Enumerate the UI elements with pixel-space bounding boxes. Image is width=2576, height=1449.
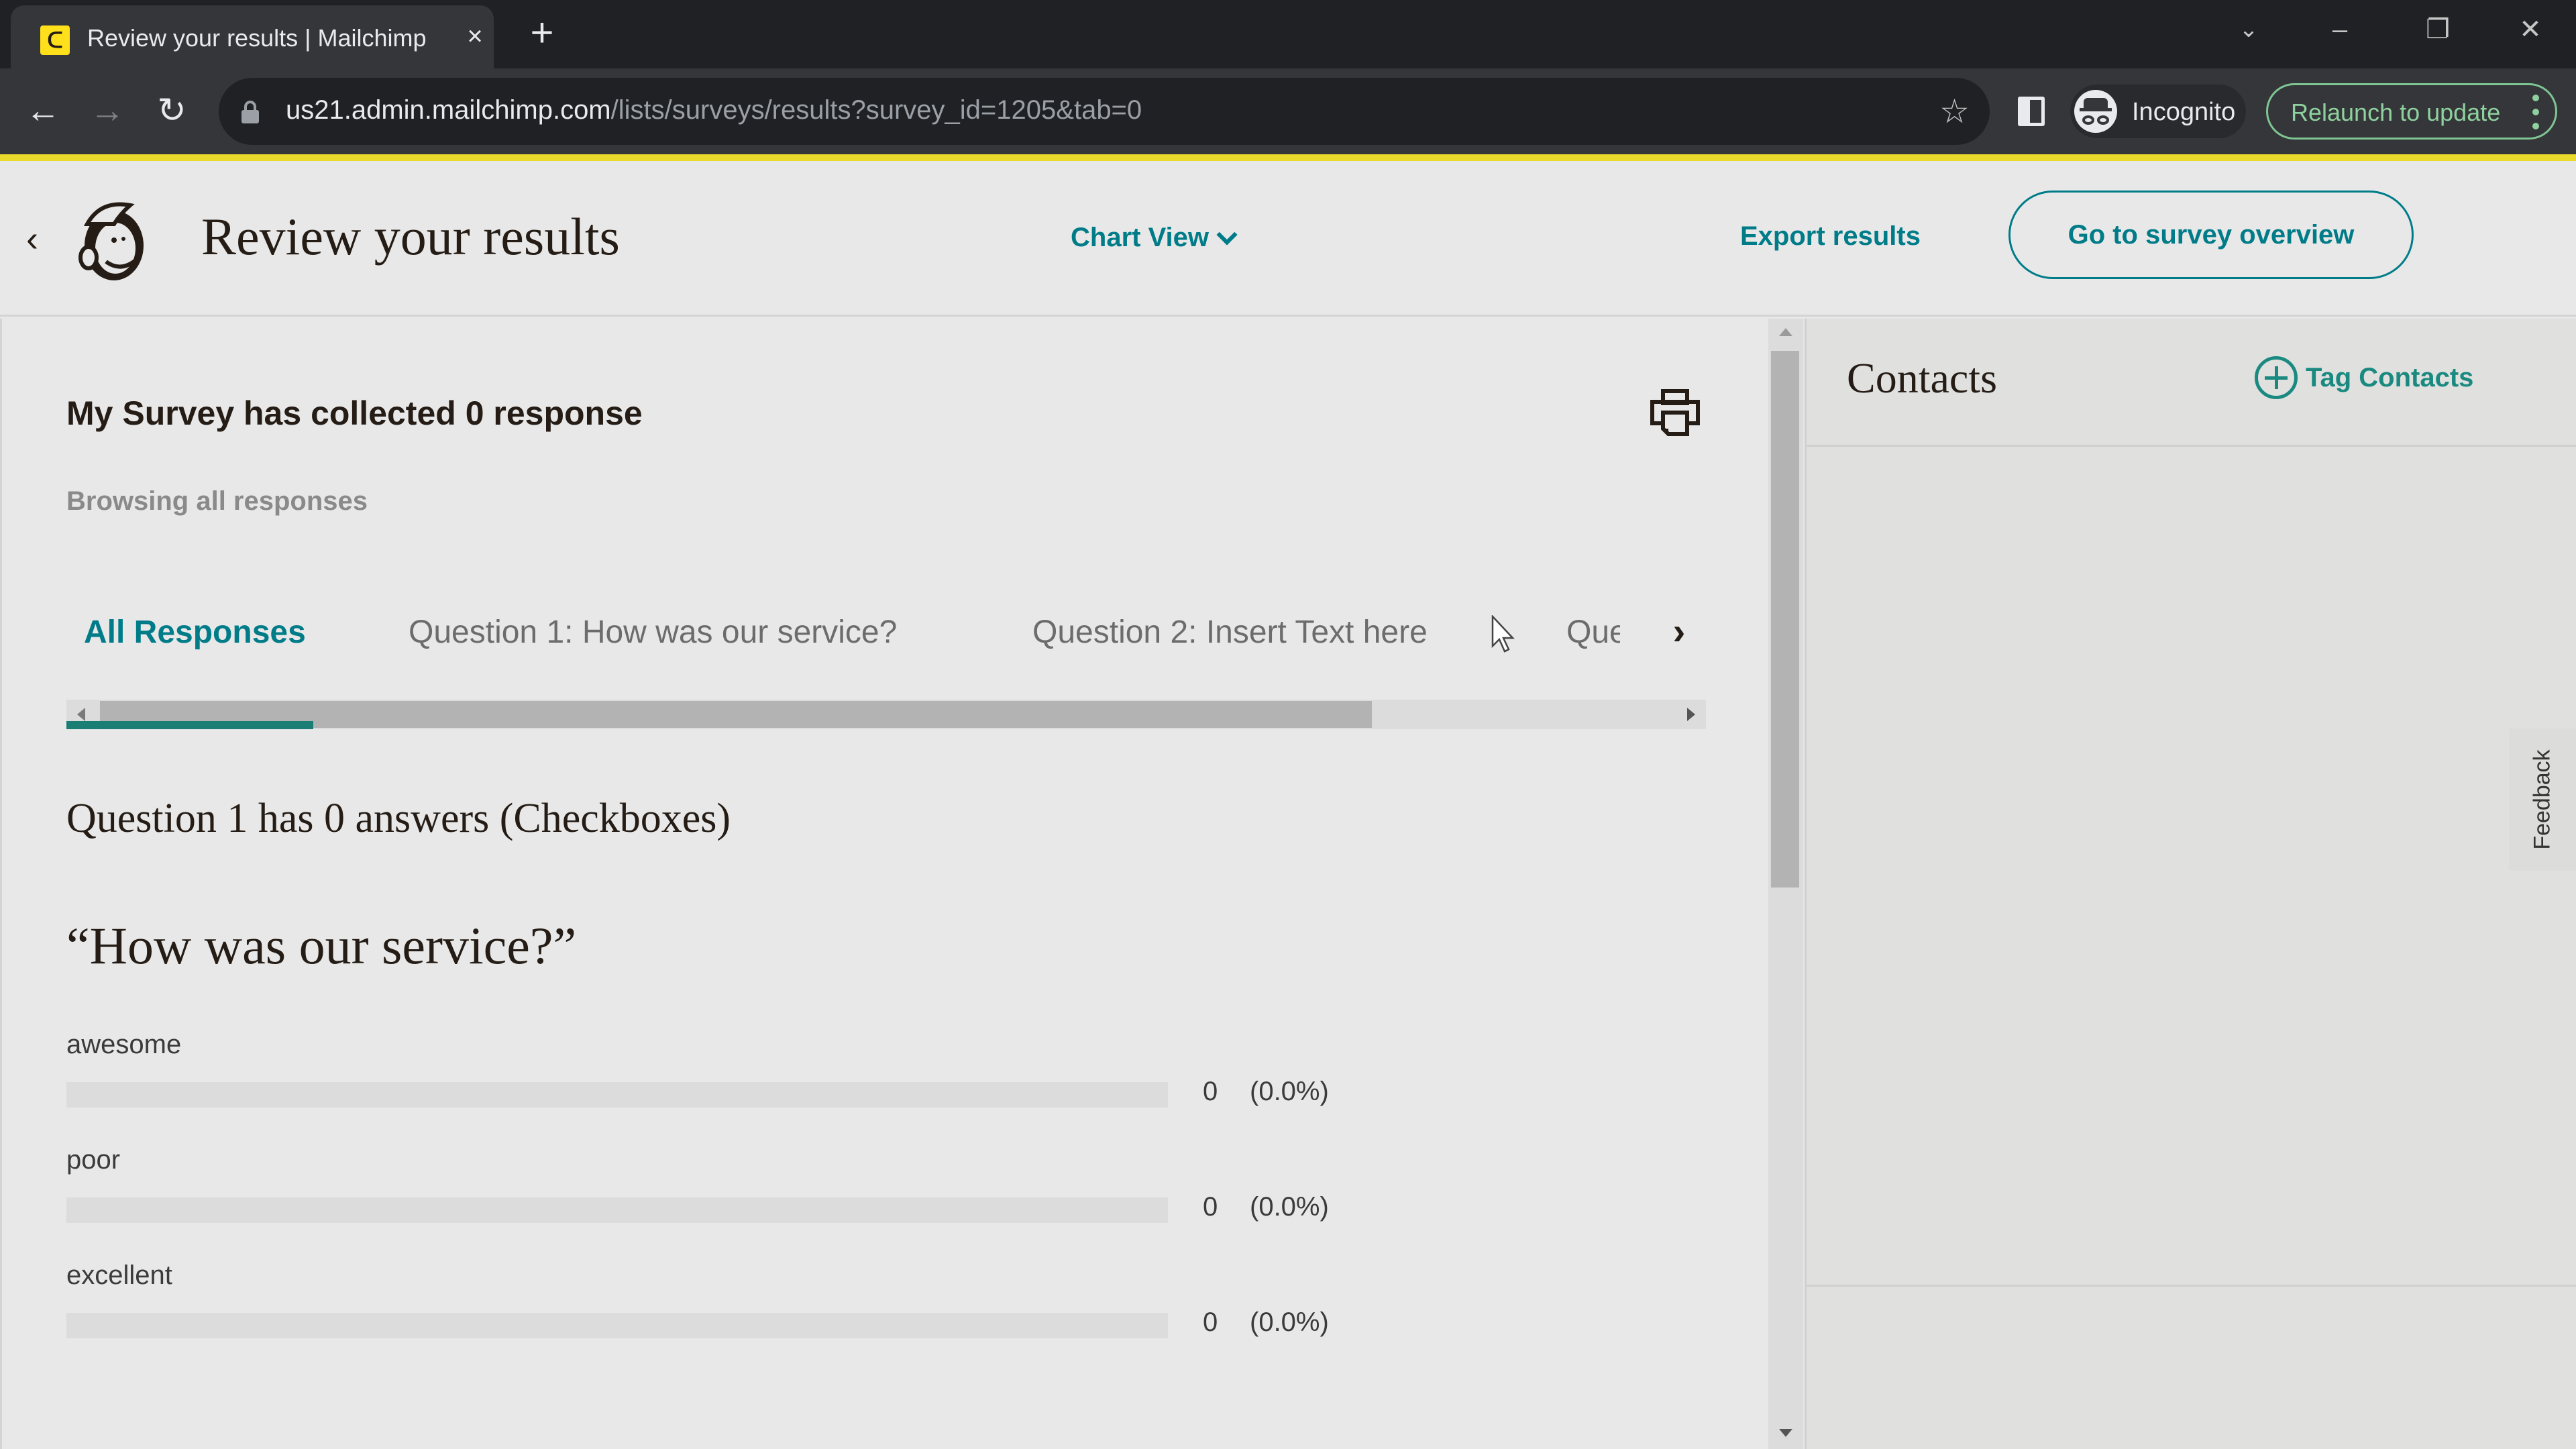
results-pane: My Survey has collected 0 response Brows… bbox=[0, 319, 1805, 1449]
answer-count: 0 bbox=[1203, 1192, 1218, 1222]
relaunch-to-update-button[interactable]: Relaunch to update bbox=[2266, 83, 2557, 140]
chevron-down-icon bbox=[1216, 223, 1238, 246]
more-menu-icon[interactable] bbox=[2532, 95, 2540, 129]
feedback-label: Feedback bbox=[2529, 749, 2555, 850]
browser-toolbar: ← → ↻ us21.admin.mailchimp.com/lists/sur… bbox=[0, 68, 2576, 154]
tab-question-1[interactable]: Question 1: How was our service? bbox=[409, 614, 897, 651]
answer-percent: (0.0%) bbox=[1250, 1077, 1329, 1106]
answer-label: awesome bbox=[66, 1030, 182, 1059]
go-to-survey-overview-button[interactable]: Go to survey overview bbox=[2008, 191, 2414, 279]
app-header: ‹ Review your results Chart View Export … bbox=[0, 161, 2576, 317]
browsing-status: Browsing all responses bbox=[66, 486, 368, 516]
feedback-tab[interactable]: Feedback bbox=[2509, 729, 2576, 871]
lock-icon[interactable] bbox=[241, 101, 259, 123]
page-load-accent-bar bbox=[0, 154, 2576, 161]
answer-row: excellent 0 (0.0%) bbox=[66, 1260, 1408, 1354]
tab-search-icon[interactable]: ⌄ bbox=[2229, 9, 2269, 50]
answer-row: poor 0 (0.0%) bbox=[66, 1145, 1408, 1239]
address-bar[interactable]: us21.admin.mailchimp.com/lists/surveys/r… bbox=[219, 78, 1990, 145]
close-tab-icon[interactable]: × bbox=[459, 20, 491, 52]
reload-icon[interactable]: ↻ bbox=[150, 90, 193, 133]
url-text[interactable]: us21.admin.mailchimp.com/lists/surveys/r… bbox=[286, 95, 1142, 125]
chart-view-label: Chart View bbox=[1071, 223, 1209, 252]
answer-label: poor bbox=[66, 1145, 121, 1175]
answer-count: 0 bbox=[1203, 1077, 1218, 1106]
browser-tab[interactable]: ᑕ Review your results | Mailchimp × bbox=[11, 5, 494, 68]
tab-all-responses[interactable]: All Responses bbox=[84, 614, 306, 651]
minimize-icon[interactable]: – bbox=[2320, 9, 2360, 50]
incognito-profile-button[interactable]: Incognito bbox=[2070, 85, 2246, 138]
scroll-up-arrow-icon[interactable] bbox=[1779, 328, 1792, 336]
survey-summary: My Survey has collected 0 response bbox=[66, 394, 643, 432]
answer-label: excellent bbox=[66, 1260, 172, 1290]
answer-percent: (0.0%) bbox=[1250, 1192, 1329, 1222]
relaunch-label: Relaunch to update bbox=[2291, 99, 2501, 126]
answer-bar-track bbox=[66, 1082, 1168, 1108]
page-title: Review your results bbox=[201, 207, 620, 266]
restore-icon[interactable]: ❐ bbox=[2418, 9, 2458, 50]
plus-circle-icon bbox=[2255, 356, 2298, 399]
tabs-next-chevron-icon[interactable]: › bbox=[1663, 611, 1695, 654]
results-vertical-scrollbar[interactable] bbox=[1768, 319, 1803, 1449]
question-text: “How was our service?” bbox=[66, 916, 577, 975]
side-panel-icon[interactable] bbox=[2018, 97, 2045, 126]
back-chevron-icon[interactable]: ‹ bbox=[19, 219, 46, 259]
tag-contacts-label: Tag Contacts bbox=[2306, 362, 2474, 392]
scroll-down-arrow-icon[interactable] bbox=[1779, 1429, 1792, 1437]
browser-tab-strip: ᑕ Review your results | Mailchimp × + ⌄ … bbox=[0, 0, 2576, 68]
new-tab-button[interactable]: + bbox=[523, 13, 561, 53]
tab-question-2[interactable]: Question 2: Insert Text here bbox=[1032, 614, 1428, 651]
answer-bar-track bbox=[66, 1313, 1168, 1338]
export-results-link[interactable]: Export results bbox=[1740, 221, 1921, 252]
tab-title: Review your results | Mailchimp bbox=[87, 24, 427, 52]
scroll-right-arrow-icon[interactable] bbox=[1687, 708, 1695, 721]
mailchimp-favicon-icon: ᑕ bbox=[40, 25, 70, 55]
mailchimp-logo-icon[interactable] bbox=[74, 197, 152, 283]
url-path: /lists/surveys/results?survey_id=1205&ta… bbox=[610, 95, 1142, 125]
chart-view-dropdown[interactable]: Chart View bbox=[1071, 223, 1238, 253]
active-tab-indicator bbox=[66, 721, 313, 729]
close-window-icon[interactable]: ✕ bbox=[2510, 9, 2551, 50]
incognito-icon bbox=[2074, 90, 2117, 133]
divider bbox=[1807, 445, 2576, 447]
bookmark-star-icon[interactable]: ☆ bbox=[1939, 93, 1970, 130]
tag-contacts-button[interactable]: Tag Contacts bbox=[2255, 356, 2473, 399]
forward-icon[interactable]: → bbox=[86, 90, 129, 133]
answer-row: awesome 0 (0.0%) bbox=[66, 1030, 1408, 1124]
answer-bar-track bbox=[66, 1197, 1168, 1223]
contacts-title: Contacts bbox=[1847, 354, 1997, 402]
answer-count: 0 bbox=[1203, 1307, 1218, 1337]
divider bbox=[1807, 1285, 2576, 1287]
answer-percent: (0.0%) bbox=[1250, 1307, 1329, 1337]
mouse-cursor-icon bbox=[1491, 615, 1515, 653]
url-host: us21.admin.mailchimp.com bbox=[286, 95, 611, 125]
question-heading: Question 1 has 0 answers (Checkboxes) bbox=[66, 796, 731, 841]
print-icon[interactable] bbox=[1648, 386, 1702, 439]
tab-question-3[interactable]: Question 3 bbox=[1566, 614, 1620, 651]
incognito-label: Incognito bbox=[2132, 98, 2236, 126]
back-icon[interactable]: ← bbox=[21, 90, 64, 133]
question-tabs: All Responses Question 1: How was our se… bbox=[66, 611, 1703, 681]
vertical-scrollbar-thumb[interactable] bbox=[1771, 351, 1799, 888]
contacts-pane: Contacts Tag Contacts bbox=[1805, 319, 2576, 1449]
scroll-left-arrow-icon[interactable] bbox=[77, 708, 85, 721]
